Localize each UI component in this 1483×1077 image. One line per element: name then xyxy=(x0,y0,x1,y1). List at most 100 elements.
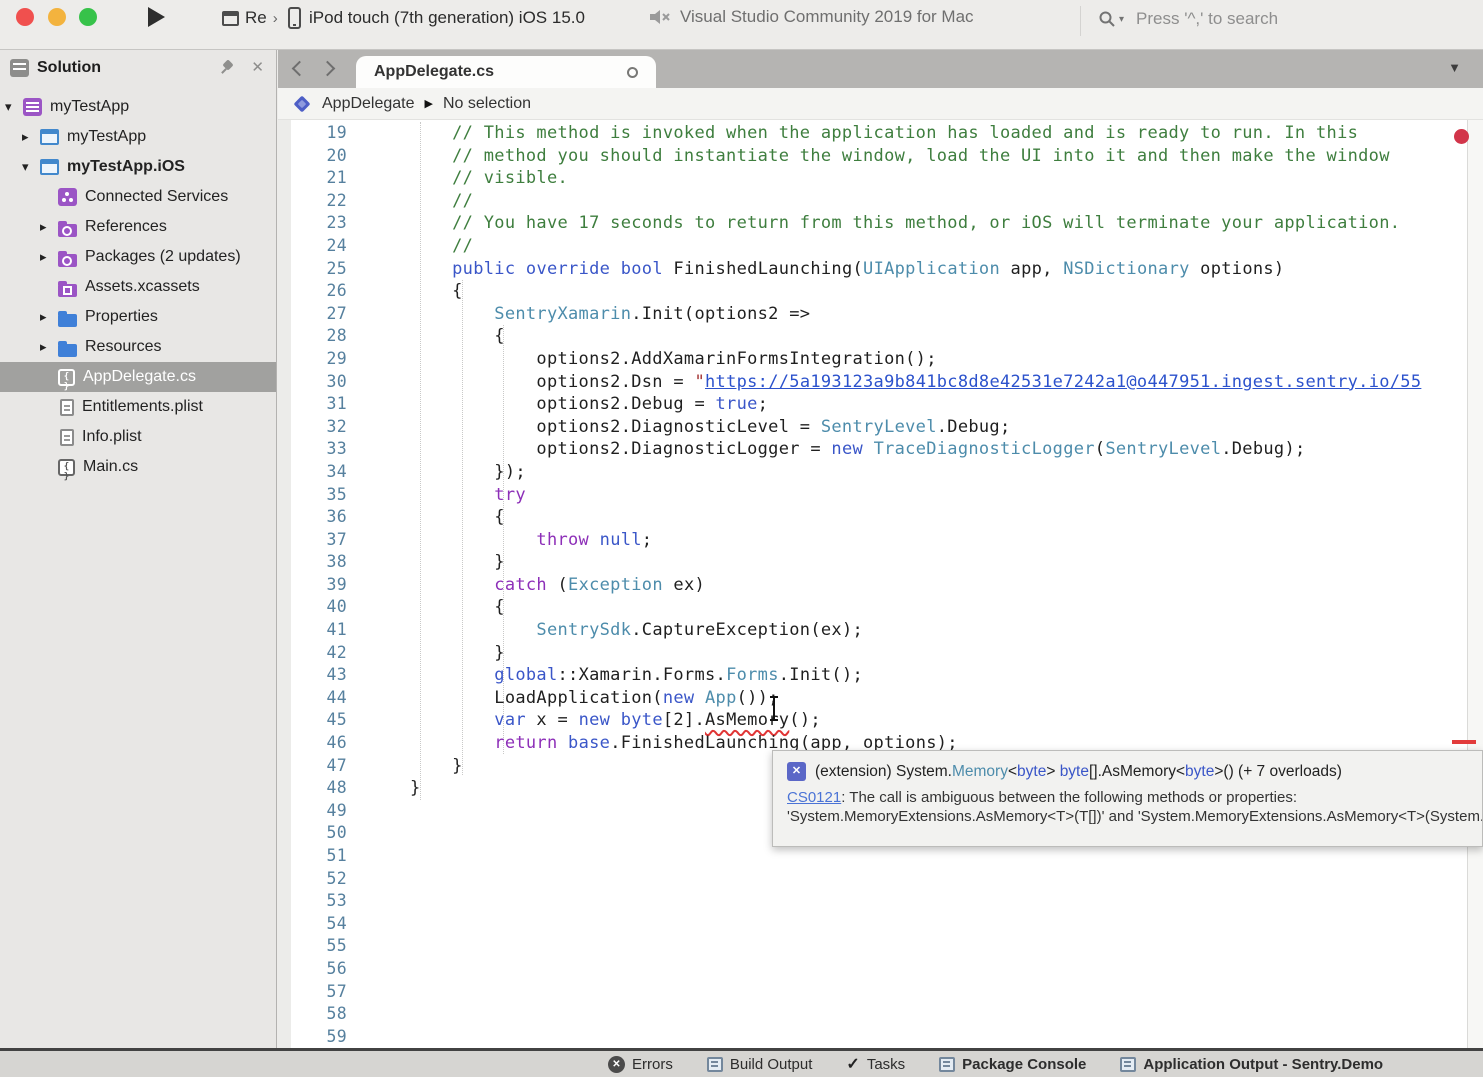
run-button[interactable] xyxy=(148,7,165,27)
code-text[interactable]: } xyxy=(353,755,463,778)
code-text[interactable] xyxy=(353,1003,410,1026)
code-text[interactable] xyxy=(353,822,410,845)
chevron-right-icon[interactable]: ▸ xyxy=(40,339,58,355)
code-line: 44 LoadApplication(new App()); xyxy=(278,687,1483,710)
code-text[interactable]: // This method is invoked when the appli… xyxy=(353,122,1358,145)
code-text[interactable]: options2.AddXamarinFormsIntegration(); xyxy=(353,348,937,371)
sidebar-item-main-cs[interactable]: Main.cs xyxy=(0,452,276,482)
sidebar-item-info-plist[interactable]: Info.plist xyxy=(0,422,276,452)
solution-icon xyxy=(23,98,42,116)
code-text[interactable]: { xyxy=(353,596,505,619)
tab-list-dropdown-icon[interactable]: ▼ xyxy=(1448,60,1461,75)
code-text[interactable] xyxy=(353,935,410,958)
pin-icon[interactable] xyxy=(222,60,236,74)
sidebar-item-assets-xcassets[interactable]: Assets.xcassets xyxy=(0,272,276,302)
code-text[interactable]: // xyxy=(353,235,473,258)
sidebar-item-packages-2-updates[interactable]: ▸Packages (2 updates) xyxy=(0,242,276,272)
code-text[interactable]: // You have 17 seconds to return from th… xyxy=(353,212,1400,235)
panel-button-errors[interactable]: ✕Errors xyxy=(608,1056,673,1073)
navigate-back-icon[interactable] xyxy=(292,61,308,77)
code-editor[interactable]: 19 // This method is invoked when the ap… xyxy=(278,120,1483,1048)
code-text[interactable]: catch (Exception ex) xyxy=(353,574,705,597)
code-text[interactable] xyxy=(353,1026,410,1048)
close-window-button[interactable] xyxy=(16,8,34,26)
code-text[interactable] xyxy=(353,868,410,891)
error-circle-icon: ✕ xyxy=(608,1056,625,1073)
sidebar-item-mytestapp[interactable]: ▸myTestApp xyxy=(0,122,276,152)
code-text[interactable]: throw null; xyxy=(353,529,652,552)
panel-button-build-output[interactable]: Build Output xyxy=(707,1056,813,1073)
code-text[interactable] xyxy=(353,981,410,1004)
sidebar-item-entitlements-plist[interactable]: Entitlements.plist xyxy=(0,392,276,422)
code-text[interactable]: // xyxy=(353,190,473,213)
code-line: 59 xyxy=(278,1026,1483,1048)
code-text[interactable] xyxy=(353,800,410,823)
code-text[interactable]: global::Xamarin.Forms.Forms.Init(); xyxy=(353,664,863,687)
code-text[interactable]: LoadApplication(new App()); xyxy=(353,687,779,710)
code-text[interactable]: options2.Dsn = "https://5a193123a9b841bc… xyxy=(353,371,1421,394)
code-text[interactable] xyxy=(353,890,410,913)
zoom-window-button[interactable] xyxy=(79,8,97,26)
sidebar-item-resources[interactable]: ▸Resources xyxy=(0,332,276,362)
navigate-forward-icon[interactable] xyxy=(320,61,336,77)
line-number: 30 xyxy=(278,371,353,394)
code-text[interactable]: public override bool FinishedLaunching(U… xyxy=(353,258,1284,281)
chevron-down-icon[interactable]: ▾ xyxy=(22,159,40,175)
tab-appdelegate[interactable]: AppDelegate.cs xyxy=(356,56,656,88)
sidebar-item-mytestapp[interactable]: ▾myTestApp xyxy=(0,92,276,122)
code-text[interactable]: SentrySdk.CaptureException(ex); xyxy=(353,619,863,642)
chevron-right-icon[interactable]: ▸ xyxy=(22,129,40,145)
line-number: 52 xyxy=(278,868,353,891)
code-line: 51 xyxy=(278,845,1483,868)
code-text[interactable]: } xyxy=(353,642,505,665)
tab-modified-icon[interactable] xyxy=(627,67,638,78)
tab-title: AppDelegate.cs xyxy=(374,63,494,81)
line-number: 56 xyxy=(278,958,353,981)
code-line: 56 xyxy=(278,958,1483,981)
code-text[interactable]: } xyxy=(353,777,421,800)
code-text[interactable]: }); xyxy=(353,461,526,484)
configuration-selector[interactable]: Re › xyxy=(222,6,278,30)
code-text[interactable]: { xyxy=(353,506,505,529)
sidebar-item-appdelegate-cs[interactable]: AppDelegate.cs xyxy=(0,362,276,392)
code-text[interactable]: // method you should instantiate the win… xyxy=(353,145,1390,168)
panel-button-application-output-sentry-demo[interactable]: Application Output - Sentry.Demo xyxy=(1120,1056,1383,1073)
device-selector[interactable]: iPod touch (7th generation) iOS 15.0 xyxy=(288,5,585,31)
code-text[interactable]: options2.DiagnosticLevel = SentryLevel.D… xyxy=(353,416,1011,439)
code-text[interactable] xyxy=(353,845,410,868)
minimize-window-button[interactable] xyxy=(48,8,66,26)
panel-button-package-console[interactable]: Package Console xyxy=(939,1056,1086,1073)
panel-button-tasks[interactable]: ✓Tasks xyxy=(846,1054,905,1074)
sidebar-item-connected-services[interactable]: Connected Services xyxy=(0,182,276,212)
code-text[interactable] xyxy=(353,958,410,981)
code-line: 20 // method you should instantiate the … xyxy=(278,145,1483,168)
sidebar-item-properties[interactable]: ▸Properties xyxy=(0,302,276,332)
code-line: 40 { xyxy=(278,596,1483,619)
chevron-right-icon[interactable]: ▸ xyxy=(40,219,58,235)
error-code-link[interactable]: CS0121 xyxy=(787,789,841,806)
code-text[interactable]: SentryXamarin.Init(options2 => xyxy=(353,303,810,326)
code-text[interactable]: try xyxy=(353,484,526,507)
code-text[interactable]: var x = new byte[2].AsMemory(); xyxy=(353,709,821,732)
code-text[interactable] xyxy=(353,913,410,936)
chevron-down-icon[interactable]: ▾ xyxy=(5,99,23,115)
chevron-right-icon[interactable]: ▸ xyxy=(40,249,58,265)
sidebar-item-mytestapp-ios[interactable]: ▾myTestApp.iOS xyxy=(0,152,276,182)
search-input[interactable]: ▾ Press '^,' to search xyxy=(1098,6,1278,32)
close-icon[interactable]: ✕ xyxy=(251,58,264,76)
vertical-scrollbar[interactable] xyxy=(1467,120,1483,1048)
breadcrumb-selection[interactable]: No selection xyxy=(443,95,531,113)
code-text[interactable]: options2.DiagnosticLogger = new TraceDia… xyxy=(353,438,1306,461)
code-text[interactable]: { xyxy=(353,325,505,348)
console-icon xyxy=(1120,1057,1136,1072)
line-number: 27 xyxy=(278,303,353,326)
code-text[interactable]: options2.Debug = true; xyxy=(353,393,768,416)
line-number: 49 xyxy=(278,800,353,823)
breadcrumb-class[interactable]: AppDelegate xyxy=(322,95,415,113)
code-text[interactable]: { xyxy=(353,280,463,303)
chevron-right-icon[interactable]: ▸ xyxy=(40,309,58,325)
tooltip-signature-row: ✕ (extension) System.Memory<byte> byte[]… xyxy=(787,762,1468,781)
code-text[interactable]: } xyxy=(353,551,505,574)
sidebar-item-references[interactable]: ▸References xyxy=(0,212,276,242)
code-text[interactable]: // visible. xyxy=(353,167,568,190)
